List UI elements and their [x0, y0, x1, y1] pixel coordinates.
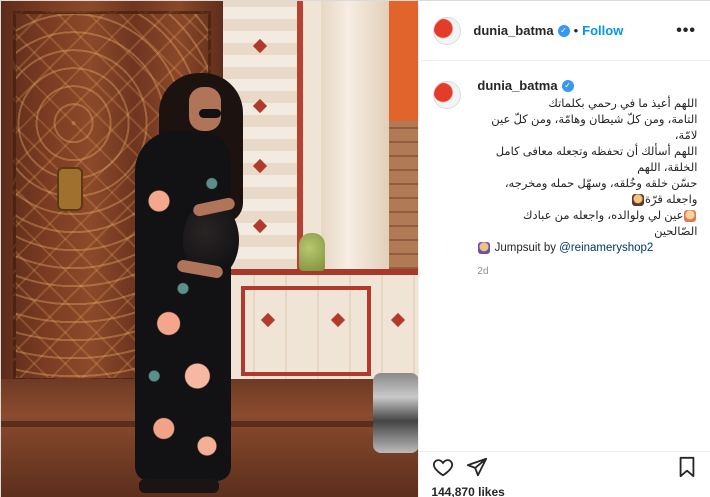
caption-row: dunia_batma ✓ اللهم أعيذ ما في رحمي بكلم… — [433, 78, 697, 277]
jumpsuit-credit: Jumpsuit by @reinameryshop2 — [477, 242, 697, 254]
heart-icon[interactable] — [431, 455, 455, 479]
tile-diamond — [252, 38, 268, 54]
post-actions — [419, 451, 710, 481]
caption-line: اللهم أسألك أن تحفظه وتجعله معافى كامل ا… — [495, 146, 698, 174]
pot — [373, 373, 419, 453]
verified-badge-icon: ✓ — [561, 79, 574, 92]
caption-line-with-emoji: حسّن خلقه وخُلقه، وسهّل حمله ومخرجه، واج… — [477, 176, 698, 208]
send-icon[interactable] — [465, 455, 489, 479]
sandals — [139, 479, 219, 493]
tile-diamond — [252, 158, 268, 174]
post-timestamp[interactable]: 2d — [477, 266, 697, 277]
caption-line: عين لي ولوالده، واجعله من عبادك الصّالحي… — [523, 210, 698, 238]
pillar — [321, 1, 389, 271]
caption-avatar[interactable] — [433, 81, 462, 109]
caption-username[interactable]: dunia_batma — [477, 78, 557, 93]
brick-wall — [389, 121, 419, 281]
mention-link[interactable]: @reinameryshop2 — [559, 242, 653, 254]
caption-line: التامة، ومن كلّ شيطان وهامّة، ومن كلّ عي… — [491, 114, 698, 142]
avatar[interactable] — [433, 16, 462, 45]
orange-wall — [389, 1, 419, 121]
instagram-post: dunia_batma ✓ • Follow ••• dunia_batma ✓… — [0, 0, 710, 497]
post-side-panel: dunia_batma ✓ • Follow ••• dunia_batma ✓… — [418, 1, 710, 497]
baby-emoji-icon — [684, 209, 697, 222]
caption-line: حسّن خلقه وخُلقه، وسهّل حمله ومخرجه، واج… — [504, 178, 698, 206]
follow-button[interactable]: Follow — [582, 23, 623, 38]
sunglasses — [199, 109, 221, 118]
tile-frame — [241, 286, 371, 376]
caption-area: dunia_batma ✓ اللهم أعيذ ما في رحمي بكلم… — [419, 62, 710, 442]
caption-line-with-emoji: عين لي ولوالده، واجعله من عبادك الصّالحي… — [477, 208, 697, 240]
post-header: dunia_batma ✓ • Follow ••• — [419, 1, 710, 61]
header-separator: • — [573, 23, 579, 38]
caption-line: اللهم أعيذ ما في رحمي بكلماتك — [548, 98, 698, 110]
caption-user-row: dunia_batma ✓ — [477, 78, 697, 93]
tile-diamond — [252, 98, 268, 114]
post-photo[interactable] — [1, 1, 419, 497]
caption-text: اللهم أعيذ ما في رحمي بكلماتك التامة، وم… — [477, 96, 697, 240]
more-options-icon[interactable]: ••• — [676, 22, 696, 40]
jumpsuit-label: Jumpsuit by — [494, 242, 556, 255]
woman-emoji-icon — [478, 242, 491, 254]
bookmark-icon[interactable] — [675, 455, 699, 479]
header-username[interactable]: dunia_batma — [473, 23, 553, 38]
door-handle — [59, 169, 81, 209]
caption-body: dunia_batma ✓ اللهم أعيذ ما في رحمي بكلم… — [477, 78, 697, 277]
girl-emoji-icon — [631, 193, 644, 206]
tile-diamond — [252, 218, 268, 234]
cactus — [299, 233, 325, 271]
tile-diamond — [390, 312, 406, 328]
floral-jumpsuit — [135, 131, 231, 481]
verified-badge-icon: ✓ — [557, 24, 570, 37]
likes-count[interactable]: 144,870 likes — [431, 485, 504, 497]
